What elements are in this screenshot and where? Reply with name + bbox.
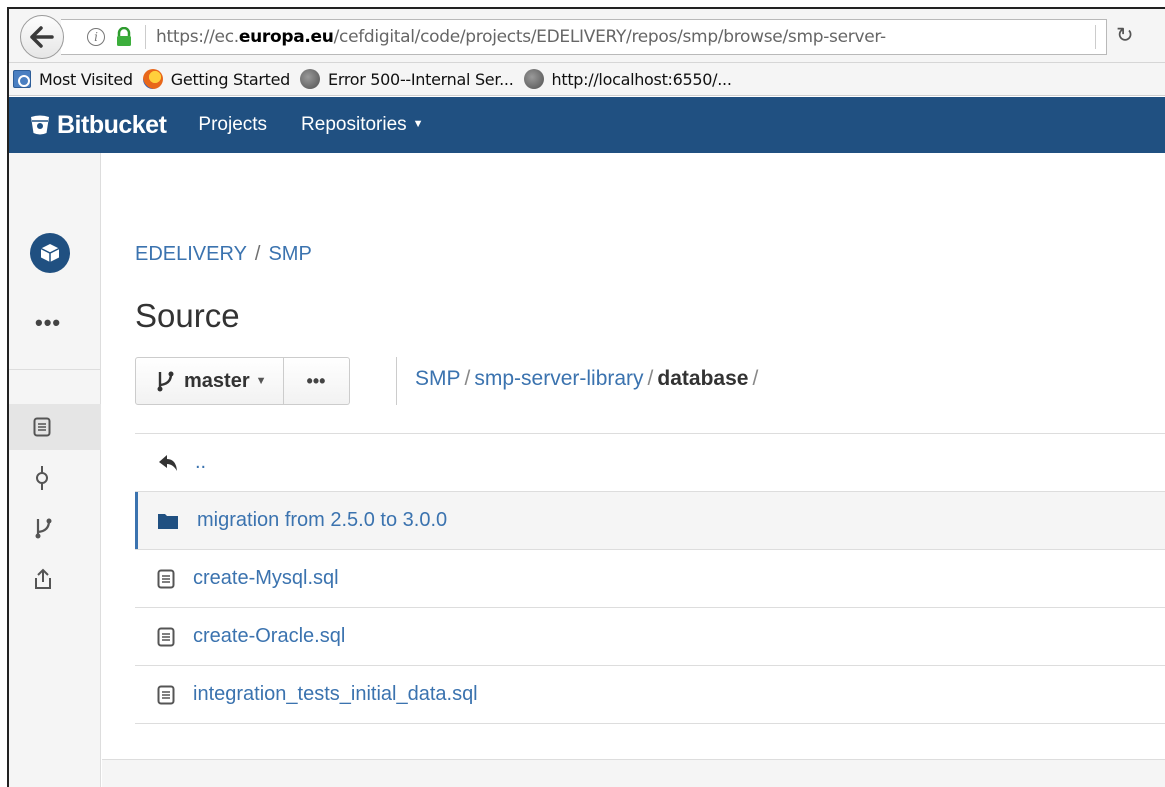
browser-window: i https://ec.europa.eu/cefdigital/code/p… <box>7 7 1165 787</box>
branch-icon <box>157 371 174 392</box>
reload-separator <box>1095 25 1096 49</box>
breadcrumb-repo-link[interactable]: SMP <box>268 243 311 265</box>
parent-directory-row[interactable]: .. <box>135 434 1165 492</box>
sidebar-item-share[interactable] <box>9 556 101 602</box>
sidebar-item-source[interactable] <box>9 404 101 450</box>
reload-icon[interactable]: ↻ <box>1116 23 1134 48</box>
file-name-link[interactable]: create-Oracle.sql <box>193 625 345 648</box>
file-path-breadcrumb: SMP / smp-server-library / database / <box>415 367 762 391</box>
file-row[interactable]: migration from 2.5.0 to 3.0.0 <box>135 492 1165 550</box>
back-arrow-icon <box>30 26 54 48</box>
branch-name: master <box>184 369 250 392</box>
parent-directory-label: .. <box>195 451 207 473</box>
file-name-link[interactable]: migration from 2.5.0 to 3.0.0 <box>197 509 447 532</box>
file-row[interactable]: create-Mysql.sql <box>135 550 1165 608</box>
bookmark-localhost[interactable]: http://localhost:6550/... <box>523 69 732 89</box>
path-current: database <box>657 367 749 390</box>
path-root-link[interactable]: SMP <box>415 367 461 390</box>
share-icon <box>35 568 51 589</box>
globe-icon <box>523 69 544 89</box>
breadcrumb-project-link[interactable]: EDELIVERY <box>135 243 247 265</box>
repository-icon <box>40 244 60 262</box>
info-icon[interactable]: i <box>87 28 105 46</box>
back-button[interactable] <box>20 15 64 59</box>
file-list: .. migration from 2.5.0 to 3.0.0 create-… <box>135 433 1165 724</box>
bookmark-most-visited[interactable]: Most Visited <box>9 70 133 89</box>
bucket-icon <box>31 115 49 135</box>
bookmarks-toolbar: Most Visited Getting Started Error 500--… <box>9 63 1165 96</box>
most-visited-icon <box>13 70 31 88</box>
caret-down-icon: ▼ <box>255 375 267 387</box>
file-name-link[interactable]: create-Mysql.sql <box>193 567 339 590</box>
path-separator: / <box>752 367 759 390</box>
bookmark-getting-started[interactable]: Getting Started <box>142 69 291 89</box>
file-row[interactable]: create-Oracle.sql <box>135 608 1165 666</box>
bookmark-error-500[interactable]: Error 500--Internal Ser... <box>300 69 514 89</box>
sidebar-item-branches[interactable] <box>9 505 101 551</box>
folder-icon <box>158 513 178 529</box>
nav-repositories[interactable]: Repositories ▼ <box>301 114 424 136</box>
nav-projects[interactable]: Projects <box>198 114 267 136</box>
breadcrumb-separator: / <box>254 243 261 265</box>
breadcrumb: EDELIVERY / SMP <box>135 243 312 266</box>
branch-selector-button[interactable]: master ▼ <box>135 357 284 405</box>
source-icon <box>33 417 51 437</box>
page-title: Source <box>135 297 240 334</box>
firefox-icon <box>142 69 163 89</box>
bookmark-label: Most Visited <box>39 69 133 89</box>
file-icon <box>157 627 175 646</box>
sidebar-item-commits[interactable] <box>9 455 101 501</box>
up-arrow-icon <box>159 454 177 471</box>
path-folder-link[interactable]: smp-server-library <box>474 367 643 390</box>
bookmark-label: Getting Started <box>170 69 291 89</box>
address-bar: i https://ec.europa.eu/cefdigital/code/p… <box>9 9 1165 63</box>
commits-icon <box>36 466 48 490</box>
main-content: EDELIVERY / SMP Source master ▼ ••• SMP / sm… <box>102 153 1165 787</box>
url-separator <box>145 25 146 49</box>
repo-avatar[interactable] <box>30 233 70 273</box>
more-actions-icon[interactable]: ••• <box>35 310 61 336</box>
caret-down-icon: ▼ <box>412 118 424 130</box>
file-row[interactable]: integration_tests_initial_data.sql <box>135 666 1165 724</box>
footer-area <box>102 760 1165 787</box>
url-text[interactable]: https://ec.europa.eu/cefdigital/code/pro… <box>156 27 886 47</box>
lock-icon <box>117 27 131 46</box>
logo-text: Bitbucket <box>57 110 167 139</box>
bitbucket-logo[interactable]: Bitbucket <box>29 110 167 140</box>
bookmark-label: http://localhost:6550/... <box>551 69 732 89</box>
more-options-button[interactable]: ••• <box>283 357 350 405</box>
globe-icon <box>300 69 321 89</box>
repo-sidebar: ••• <box>9 153 101 787</box>
url-field[interactable]: i https://ec.europa.eu/cefdigital/code/p… <box>61 19 1107 55</box>
branch-toolbar: master ▼ ••• <box>135 357 350 405</box>
path-separator: / <box>464 367 471 390</box>
app-header: Bitbucket Projects Repositories ▼ <box>9 97 1165 153</box>
sidebar-divider <box>9 369 101 370</box>
path-separator: / <box>647 367 654 390</box>
branches-icon <box>35 518 52 539</box>
file-name-link[interactable]: integration_tests_initial_data.sql <box>193 683 478 706</box>
file-icon <box>157 685 175 704</box>
toolbar-separator <box>396 357 397 405</box>
bookmark-label: Error 500--Internal Ser... <box>328 69 514 89</box>
file-icon <box>157 569 175 588</box>
